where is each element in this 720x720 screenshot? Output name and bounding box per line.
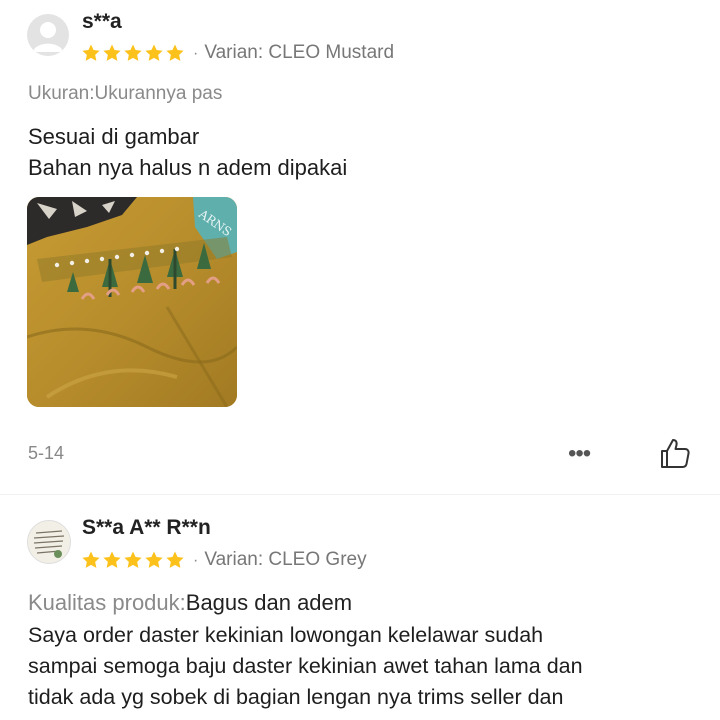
star-icon: [166, 44, 184, 61]
star-icon: [82, 551, 100, 568]
reviewer-name: S**a A** R**n: [82, 516, 211, 539]
separator-dot: ·: [193, 552, 199, 569]
star-icon: [145, 551, 163, 568]
more-options-button[interactable]: •••: [568, 440, 591, 468]
star-icon: [145, 44, 163, 61]
reviewer-name: s**a: [82, 10, 122, 33]
user-avatar-image: [28, 521, 70, 563]
attribute-label: Ukuran:: [28, 83, 95, 104]
attribute-value: Ukurannya pas: [94, 83, 223, 104]
variant-label: Varian: CLEO Mustard: [204, 42, 395, 63]
star-icon: [124, 44, 142, 61]
review-text: Saya order daster kekinian lowongan kele…: [28, 623, 583, 709]
star-rating: [81, 43, 185, 63]
review-photo-image: ARNS: [27, 197, 237, 407]
review-photo[interactable]: ARNS: [27, 197, 237, 407]
review-divider: [0, 494, 720, 495]
variant-label: Varian: CLEO Grey: [204, 549, 367, 570]
star-icon: [103, 551, 121, 568]
avatar[interactable]: [27, 520, 71, 564]
star-icon: [82, 44, 100, 61]
more-dots-icon: •••: [568, 440, 591, 467]
review-card-1: s**a · Varian: CLEO Mustard Ukuran:Ukuran…: [0, 0, 720, 490]
star-rating: [81, 550, 185, 570]
star-icon: [124, 551, 142, 568]
thumbs-up-icon: [661, 439, 690, 468]
review-date: 5-14: [28, 443, 65, 463]
star-icon: [166, 551, 184, 568]
review-text: Sesuai di gambar Bahan nya halus n adem …: [28, 124, 348, 180]
review-card-2: S**a A** R**n · Varian: CLEO Grey Kualita…: [0, 500, 720, 720]
star-icon: [103, 44, 121, 61]
quality-attribute: Kualitas produk:Bagus dan adem: [28, 590, 352, 616]
default-avatar-icon: [33, 22, 63, 52]
variant-info: · Varian: CLEO Mustard: [193, 42, 394, 64]
avatar[interactable]: [27, 14, 69, 56]
attribute-label: Kualitas produk:: [28, 590, 186, 615]
like-button[interactable]: [658, 436, 692, 470]
separator-dot: ·: [193, 45, 199, 62]
size-attribute: Ukuran:Ukurannya pas: [28, 83, 222, 105]
attribute-value: Bagus dan adem: [185, 590, 353, 615]
variant-info: · Varian: CLEO Grey: [193, 549, 367, 571]
